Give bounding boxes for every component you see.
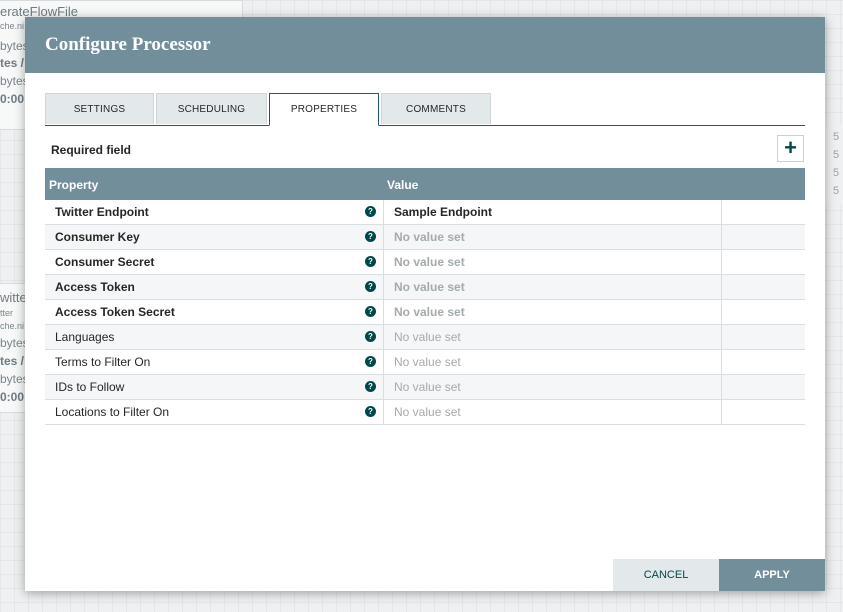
configure-processor-dialog: Configure Processor SETTINGS SCHEDULING … [25, 17, 825, 591]
bg-right-number: 5 [833, 167, 840, 179]
table-header: Property Value [45, 168, 805, 200]
column-divider [383, 400, 384, 424]
property-name: Consumer Key [55, 230, 140, 244]
dialog-title: Configure Processor [25, 17, 825, 73]
property-name: Languages [55, 330, 115, 344]
column-divider [721, 250, 722, 274]
property-value[interactable]: No value set [394, 230, 465, 244]
property-name: Locations to Filter On [55, 405, 170, 419]
property-value[interactable]: No value set [394, 305, 465, 319]
add-property-button[interactable]: + [777, 135, 804, 162]
column-divider [721, 400, 722, 424]
bg-card-title: witte [0, 290, 27, 305]
bg-card-subtitle: tter [0, 308, 14, 318]
help-icon[interactable]: ? [365, 331, 376, 342]
table-row[interactable]: Twitter Endpoint? Sample Endpoint [45, 200, 805, 225]
plus-icon: + [784, 135, 797, 160]
column-divider [383, 275, 384, 299]
table-row[interactable]: Terms to Filter On? No value set [45, 350, 805, 375]
property-value[interactable]: Sample Endpoint [394, 205, 492, 219]
column-divider [721, 325, 722, 349]
table-row[interactable]: Access Token Secret? No value set [45, 300, 805, 325]
column-divider [721, 200, 722, 224]
help-icon[interactable]: ? [365, 356, 376, 367]
column-divider [721, 350, 722, 374]
property-name: Consumer Secret [55, 255, 155, 269]
bg-right-number: 5 [833, 149, 840, 161]
property-value[interactable]: No value set [394, 355, 461, 369]
column-divider [383, 200, 384, 224]
property-value[interactable]: No value set [394, 380, 461, 394]
property-name: IDs to Follow [55, 380, 125, 394]
column-divider [721, 275, 722, 299]
bg-card-subtitle: che.ni [0, 21, 25, 31]
cancel-button[interactable]: CANCEL [613, 559, 719, 591]
column-divider [383, 250, 384, 274]
bg-card-stat: 0:00: [0, 92, 29, 106]
help-icon[interactable]: ? [365, 231, 376, 242]
help-icon[interactable]: ? [365, 406, 376, 417]
column-divider [721, 225, 722, 249]
property-value[interactable]: No value set [394, 405, 461, 419]
column-divider [721, 375, 722, 399]
property-name: Terms to Filter On [55, 355, 151, 369]
property-name: Twitter Endpoint [55, 205, 149, 219]
property-name: Access Token [55, 280, 135, 294]
table-row[interactable]: Consumer Key? No value set [45, 225, 805, 250]
table-row[interactable]: Locations to Filter On? No value set [45, 400, 805, 425]
column-divider [383, 325, 384, 349]
table-body: Twitter Endpoint? Sample Endpoint Consumer… [45, 200, 805, 425]
tab-settings[interactable]: SETTINGS [45, 93, 154, 124]
bg-card-stat: 0:00: [0, 390, 29, 404]
required-field-label: Required field [51, 143, 132, 157]
tab-properties[interactable]: PROPERTIES [269, 93, 379, 126]
bg-right-number: 5 [833, 131, 840, 143]
tab-scheduling[interactable]: SCHEDULING [156, 93, 267, 124]
bg-card-subtitle: che.ni [0, 321, 25, 331]
column-divider [721, 300, 722, 324]
column-divider [383, 375, 384, 399]
help-icon[interactable]: ? [365, 306, 376, 317]
table-row[interactable]: Access Token? No value set [45, 275, 805, 300]
help-icon[interactable]: ? [365, 206, 376, 217]
column-header-property: Property [49, 178, 99, 192]
help-icon[interactable]: ? [365, 256, 376, 267]
properties-table: Property Value Twitter Endpoint? Sample E… [45, 168, 805, 425]
table-row[interactable]: Consumer Secret? No value set [45, 250, 805, 275]
property-value[interactable]: No value set [394, 280, 465, 294]
property-name: Access Token Secret [55, 305, 175, 319]
bg-card-stat: tes / [0, 56, 25, 70]
help-icon[interactable]: ? [365, 381, 376, 392]
apply-button[interactable]: APPLY [719, 559, 825, 591]
bg-right-number: 5 [833, 185, 840, 197]
table-row[interactable]: IDs to Follow? No value set [45, 375, 805, 400]
column-divider [383, 350, 384, 374]
background-right-strip: 5 5 5 5 [826, 125, 843, 205]
tab-comments[interactable]: COMMENTS [381, 93, 491, 124]
property-value[interactable]: No value set [394, 255, 465, 269]
table-row[interactable]: Languages? No value set [45, 325, 805, 350]
column-header-value: Value [387, 178, 419, 192]
bg-card-stat: tes / [0, 354, 25, 368]
help-icon[interactable]: ? [365, 281, 376, 292]
tab-bar: SETTINGS SCHEDULING PROPERTIES COMMENTS [45, 93, 805, 126]
column-divider [383, 225, 384, 249]
column-divider [383, 300, 384, 324]
property-value[interactable]: No value set [394, 330, 461, 344]
